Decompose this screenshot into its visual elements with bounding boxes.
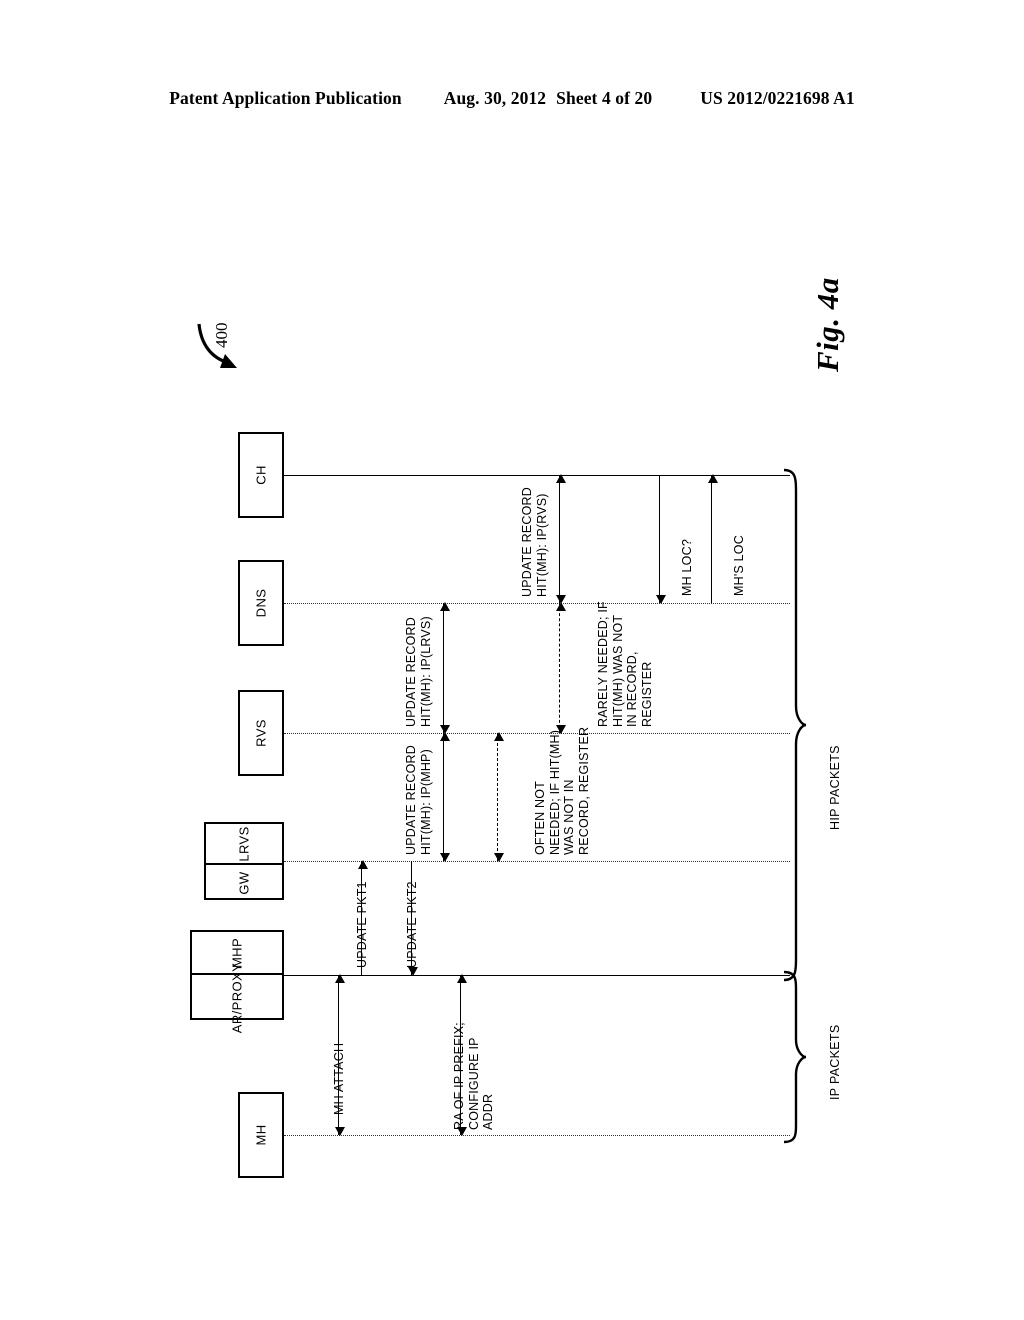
brace-ip-packets: [783, 970, 807, 1144]
lifeline-label-lrvs: LRVS: [236, 825, 252, 862]
message-label-update-pkt1: UPDATE PKT1: [355, 881, 369, 968]
message-update-record-rvs: [555, 474, 566, 604]
lifeline-label-ar-proxy: AR/PROXY: [229, 962, 245, 1033]
message-label-update-record-mhp: UPDATE RECORD HIT(MH): IP(MHP): [404, 744, 433, 855]
message-label-update-pkt2: UPDATE PKT2: [405, 881, 419, 968]
lifeline-box-lrvs-gw: LRVS GW: [204, 822, 284, 900]
message-label-update-record-lrvs: UPDATE RECORD HIT(MH): IP(LRVS): [404, 616, 433, 727]
lifeline-dns: [284, 603, 790, 604]
message-label-update-record-rvs: UPDATE RECORD HIT(MH): IP(RVS): [520, 486, 549, 597]
lifeline-box-rvs: RVS: [238, 690, 284, 776]
lifeline-box-ch: CH: [238, 432, 284, 518]
lifeline-label-rvs: RVS: [253, 719, 269, 747]
lifeline-mhp-arproxy: [284, 975, 790, 976]
lifeline-box-mhp-arproxy: MHP AR/PROXY: [190, 930, 284, 1033]
message-rarely-needed: [555, 602, 566, 734]
message-often-not-needed: [493, 732, 504, 862]
message-label-mh-loc-reply: MH'S LOC: [732, 535, 746, 596]
message-label-mh-loc-query: MH LOC?: [680, 539, 694, 596]
message-label-rarely-needed: RARELY NEEDED; IF HIT(MH) WAS NOT IN REC…: [596, 601, 654, 727]
figure-title: Fig. 4a: [810, 277, 845, 372]
message-label-mh-attach: MH ATTACH: [332, 1042, 346, 1115]
lifeline-box-dns: DNS: [238, 560, 284, 646]
group-label-ip-packets: IP PACKETS: [828, 1024, 842, 1100]
message-mh-loc-query: [655, 475, 666, 604]
lifeline-label-mh: MH: [253, 1124, 269, 1146]
brace-hip-packets: [783, 468, 807, 982]
message-mh-loc-reply: [707, 474, 718, 603]
lifeline-label-dns: DNS: [253, 588, 269, 618]
lifeline-mh: [284, 1135, 790, 1136]
group-label-hip-packets: HIP PACKETS: [828, 745, 842, 830]
lifeline-box-mh: MH: [238, 1092, 284, 1178]
figure-4a: Fig. 4a 400 CH DNS RVS LRVS GW MHP AR/PR…: [0, 0, 1024, 1320]
message-label-ra-prefix: RA OF IP PREFIX; CONFIGURE IP ADDR: [452, 1022, 495, 1130]
message-update-record-mhp: [439, 732, 450, 862]
lifeline-label-ch: CH: [253, 465, 269, 485]
lifeline-label-gw: GW: [236, 870, 252, 895]
message-label-often-not-needed: OFTEN NOT NEEDED; IF HIT(MH) WAS NOT IN …: [533, 726, 591, 855]
lead-line-arrow: [197, 323, 237, 368]
message-update-record-lrvs: [439, 602, 450, 734]
